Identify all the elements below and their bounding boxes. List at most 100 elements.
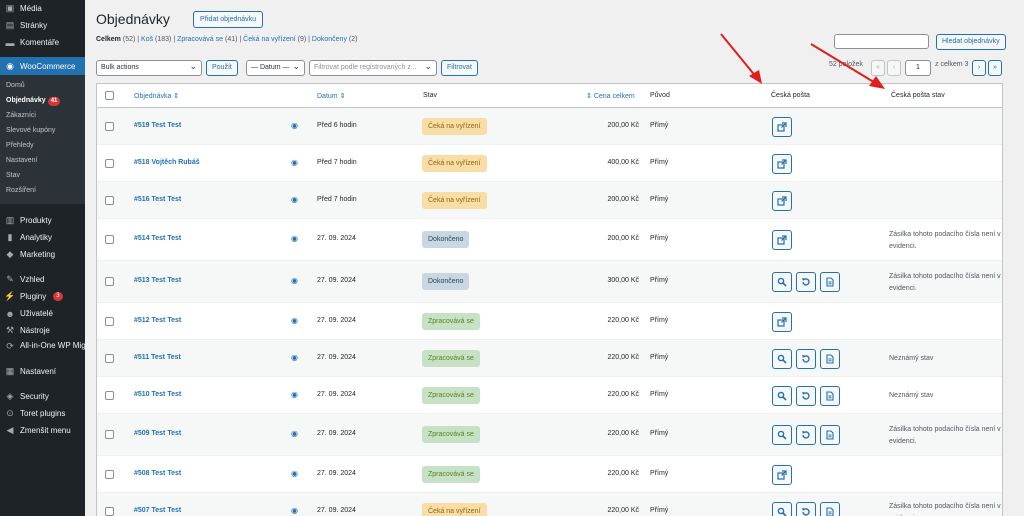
search-orders-button[interactable]: Hledat objednávky xyxy=(936,34,1006,50)
row-checkbox[interactable] xyxy=(105,235,114,244)
preview-eye-icon[interactable]: ◉ xyxy=(291,506,298,515)
ceska-posta-doc-button[interactable] xyxy=(820,425,840,445)
ceska-posta-export-button[interactable] xyxy=(772,230,792,250)
sidebar-item[interactable]: ▥ Produkty xyxy=(0,212,85,229)
ceska-posta-refresh-button[interactable] xyxy=(796,502,816,516)
preview-eye-icon[interactable]: ◉ xyxy=(291,195,298,204)
sidebar-item[interactable]: ☻ Uživatelé xyxy=(0,305,85,322)
table-row[interactable]: #518 Vojtěch Rubáš ◉ Před 7 hodin Čeká na v… xyxy=(97,145,1002,182)
order-link[interactable]: #519 Test Test xyxy=(134,122,181,129)
ceska-posta-search-button[interactable] xyxy=(772,349,792,369)
filter-all[interactable]: Celkem xyxy=(96,36,121,43)
order-link[interactable]: #511 Test Test xyxy=(134,354,181,361)
table-row[interactable]: #516 Test Test ◉ Před 7 hodin Čeká na vyříz… xyxy=(97,182,1002,219)
filter-trash[interactable]: Koš xyxy=(141,36,153,43)
row-checkbox[interactable] xyxy=(105,507,114,516)
submenu-item[interactable]: Domů xyxy=(0,78,85,93)
row-checkbox[interactable] xyxy=(105,122,114,131)
ceska-posta-export-button[interactable] xyxy=(772,465,792,485)
table-row[interactable]: #513 Test Test ◉ 27. 09. 2024 Dokončeno 300,… xyxy=(97,261,1002,303)
preview-eye-icon[interactable]: ◉ xyxy=(291,353,298,362)
apply-button[interactable]: Použít xyxy=(206,60,238,76)
table-row[interactable]: #511 Test Test ◉ 27. 09. 2024 Zpracovává se… xyxy=(97,340,1002,377)
preview-eye-icon[interactable]: ◉ xyxy=(291,429,298,438)
ceska-posta-refresh-button[interactable] xyxy=(796,272,816,292)
sidebar-item[interactable]: ▣ Média xyxy=(0,0,85,17)
first-page-button[interactable]: « xyxy=(871,60,885,76)
next-page-button[interactable]: › xyxy=(972,60,986,76)
preview-eye-icon[interactable]: ◉ xyxy=(291,234,298,243)
submenu-item[interactable]: Zákazníci xyxy=(0,108,85,123)
sidebar-item[interactable]: ◈ Security xyxy=(0,388,85,405)
order-link[interactable]: #513 Test Test xyxy=(134,277,181,284)
ceska-posta-doc-button[interactable] xyxy=(820,502,840,516)
ceska-posta-refresh-button[interactable] xyxy=(796,386,816,406)
sidebar-item[interactable]: ◀ Zmenšit menu xyxy=(0,422,85,439)
ceska-posta-search-button[interactable] xyxy=(772,425,792,445)
customer-filter-select[interactable]: Filtrovat podle registrovaných z... xyxy=(309,59,437,76)
prev-page-button[interactable]: ‹ xyxy=(887,60,901,76)
order-link[interactable]: #516 Test Test xyxy=(134,196,181,203)
ceska-posta-search-button[interactable] xyxy=(772,272,792,292)
ceska-posta-export-button[interactable] xyxy=(772,191,792,211)
ceska-posta-export-button[interactable] xyxy=(772,154,792,174)
submenu-item[interactable]: Stav xyxy=(0,168,85,183)
sidebar-item[interactable]: ⊙ Toret plugins xyxy=(0,405,85,422)
order-link[interactable]: #518 Vojtěch Rubáš xyxy=(134,159,200,166)
submenu-item[interactable]: Objednávky 41 xyxy=(0,93,85,108)
ceska-posta-search-button[interactable] xyxy=(772,386,792,406)
row-checkbox[interactable] xyxy=(105,391,114,400)
sidebar-item[interactable]: ▮ Analytiky xyxy=(0,229,85,246)
table-row[interactable]: #519 Test Test ◉ Před 6 hodin Čeká na vyříz… xyxy=(97,108,1002,145)
filter-processing[interactable]: Zpracovává se xyxy=(177,36,223,43)
sidebar-item[interactable]: ◉ WooCommerce xyxy=(0,57,85,75)
ceska-posta-doc-button[interactable] xyxy=(820,386,840,406)
order-link[interactable]: #507 Test Test xyxy=(134,507,181,514)
sidebar-item[interactable]: ⟳ All-in-One WP Migration xyxy=(0,339,85,363)
order-link[interactable]: #509 Test Test xyxy=(134,430,181,437)
sidebar-item[interactable]: ⚡ Pluginy 3 xyxy=(0,288,85,305)
bulk-actions-select[interactable]: Bulk actions xyxy=(96,59,202,76)
filter-on-hold[interactable]: Čeká na vyřízení xyxy=(243,36,296,43)
add-order-button[interactable]: Přidat objednávku xyxy=(193,11,264,28)
filter-button[interactable]: Filtrovat xyxy=(441,60,478,76)
table-row[interactable]: #510 Test Test ◉ 27. 09. 2024 Zpracovává se… xyxy=(97,377,1002,414)
order-link[interactable]: #508 Test Test xyxy=(134,470,181,477)
filter-completed[interactable]: Dokončeny xyxy=(312,36,347,43)
row-checkbox[interactable] xyxy=(105,159,114,168)
preview-eye-icon[interactable]: ◉ xyxy=(291,390,298,399)
table-row[interactable]: #512 Test Test ◉ 27. 09. 2024 Zpracovává se… xyxy=(97,303,1002,340)
ceska-posta-export-button[interactable] xyxy=(772,312,792,332)
sidebar-item[interactable]: ▤ Stránky xyxy=(0,17,85,34)
row-checkbox[interactable] xyxy=(105,354,114,363)
row-checkbox[interactable] xyxy=(105,470,114,479)
sidebar-item[interactable]: ◆ Marketing xyxy=(0,246,85,263)
col-total[interactable]: ⇕ Cena celkem xyxy=(586,92,635,100)
ceska-posta-search-button[interactable] xyxy=(772,502,792,516)
row-checkbox[interactable] xyxy=(105,430,114,439)
preview-eye-icon[interactable]: ◉ xyxy=(291,158,298,167)
submenu-item[interactable]: Rozšíření xyxy=(0,183,85,198)
col-order[interactable]: Objednávka ⇕ xyxy=(134,92,179,100)
sidebar-item[interactable]: ▬ Komentáře xyxy=(0,34,85,51)
current-page-input[interactable]: 1 xyxy=(905,60,931,76)
sidebar-item[interactable]: ✎ Vzhled xyxy=(0,271,85,288)
table-row[interactable]: #509 Test Test ◉ 27. 09. 2024 Zpracovává se… xyxy=(97,414,1002,456)
preview-eye-icon[interactable]: ◉ xyxy=(291,121,298,130)
preview-eye-icon[interactable]: ◉ xyxy=(291,316,298,325)
ceska-posta-doc-button[interactable] xyxy=(820,272,840,292)
ceska-posta-refresh-button[interactable] xyxy=(796,425,816,445)
table-row[interactable]: #508 Test Test ◉ 27. 09. 2024 Zpracovává se… xyxy=(97,456,1002,493)
row-checkbox[interactable] xyxy=(105,196,114,205)
table-row[interactable]: #507 Test Test ◉ 27. 09. 2024 Čeká na vyříz… xyxy=(97,493,1002,516)
row-checkbox[interactable] xyxy=(105,277,114,286)
table-row[interactable]: #514 Test Test ◉ 27. 09. 2024 Dokončeno 200,… xyxy=(97,219,1002,261)
order-link[interactable]: #514 Test Test xyxy=(134,235,181,242)
submenu-item[interactable]: Přehledy xyxy=(0,138,85,153)
sidebar-item[interactable]: ▦ Nastavení xyxy=(0,363,85,380)
select-all-checkbox[interactable] xyxy=(105,91,114,100)
preview-eye-icon[interactable]: ◉ xyxy=(291,469,298,478)
sidebar-item[interactable]: ⚒ Nástroje xyxy=(0,322,85,339)
last-page-button[interactable]: » xyxy=(988,60,1002,76)
ceska-posta-refresh-button[interactable] xyxy=(796,349,816,369)
